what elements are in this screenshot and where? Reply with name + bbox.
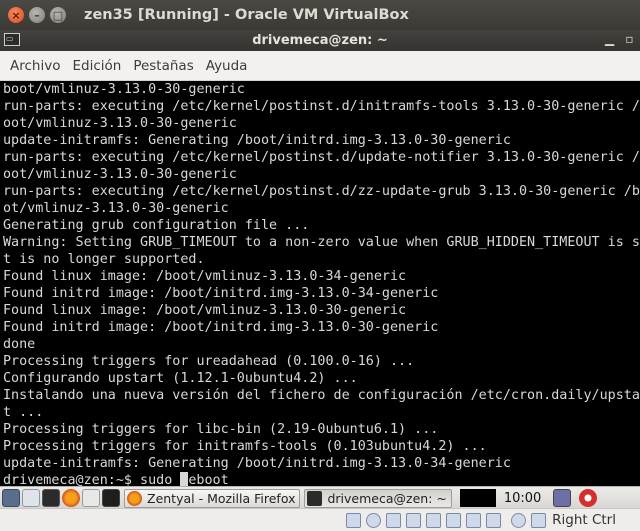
terminal-line: update-initramfs: Generating /boot/initr… [3,133,511,148]
terminal-line: boot/vmlinuz-3.13.0-30-generic [3,82,245,97]
terminal-title-bar[interactable]: ▭ drivemeca@zen: ~ ▁ ▫ [0,30,640,51]
terminal-minimize-icon[interactable]: ▁ [602,32,617,47]
firefox-icon [127,490,142,506]
cpu-icon[interactable] [486,512,502,528]
video-capture-icon[interactable] [446,512,462,528]
task-firefox-label: Zentyal - Mozilla Firefox [147,490,296,506]
keyboard-icon[interactable] [531,512,547,528]
vbox-status-bar: Right Ctrl [0,508,640,531]
maximize-window-button[interactable]: □ [50,7,66,23]
terminal-line: Processing triggers for libc-bin (2.19-0… [3,422,439,437]
power-icon[interactable] [579,489,598,507]
terminal-line: oot/vmlinuz-3.13.0-30-generic [3,167,237,182]
menu-ayuda[interactable]: Ayuda [206,58,248,74]
close-window-button[interactable]: × [8,7,24,23]
terminal-line: oot/vmlinuz-3.13.0-30-generic [3,116,237,131]
mouse-integration-icon[interactable] [511,512,527,528]
terminal-output[interactable]: boot/vmlinuz-3.13.0-30-generic run-parts:… [0,81,640,486]
terminal-line: Found initrd image: /boot/initrd.img-3.1… [3,286,439,301]
terminal-launcher-icon[interactable] [42,489,60,507]
terminal-line: Found initrd image: /boot/initrd.img-3.1… [3,320,439,335]
prompt-text-after-cursor: eboot [188,473,229,486]
terminal-line: run-parts: executing /etc/kernel/postins… [3,150,640,165]
terminal-line: Processing triggers for ureadahead (0.10… [3,354,415,369]
terminal-line: run-parts: executing /etc/kernel/postins… [3,184,640,199]
terminal-line: run-parts: executing /etc/kernel/postins… [3,99,640,114]
menu-edicion[interactable]: Edición [72,58,121,74]
shared-folders-icon[interactable] [406,512,422,528]
terminal-title: drivemeca@zen: ~ [252,33,388,48]
terminal-line: Configurando upstart (1.12.1-0ubuntu4.2)… [3,371,358,386]
prompt-text: drivemeca@zen:~$ sudo [3,473,181,486]
window-title: zen35 [Running] - Oracle VM VirtualBox [84,7,409,23]
terminal-line: update-initramfs: Generating /boot/initr… [3,456,511,471]
terminal-line: t is no longer supported. [3,252,205,267]
terminal-line: Found linux image: /boot/vmlinuz-3.13.0-… [3,303,407,318]
minimize-window-button[interactable]: – [29,7,45,23]
terminal-lines: boot/vmlinuz-3.13.0-30-generic run-parts:… [0,81,640,486]
terminal-app-icon[interactable]: ▭ [4,33,20,46]
terminal-line: t ... [3,405,44,420]
vbox-title-bar: × – □ zen35 [Running] - Oracle VM Virtua… [0,0,640,30]
terminal-line: ot/vmlinuz-3.13.0-30-generic [3,201,229,216]
terminal-prompt: drivemeca@zen:~$ sudo eboot [3,472,640,486]
terminal-line: Instalando una nueva versión del fichero… [3,388,640,403]
menu-archivo[interactable]: Archivo [10,58,60,74]
file-manager-icon[interactable] [22,489,40,507]
text-editor-icon[interactable] [82,489,100,507]
display-icon[interactable] [426,512,442,528]
terminal-maximize-icon[interactable]: ▫ [622,32,637,47]
lock-screen-icon[interactable] [553,489,572,507]
firefox-launcher-icon[interactable] [62,489,80,507]
terminal-menu-bar: Archivo Edición Pestañas Ayuda [0,51,640,81]
monitor-icon[interactable] [102,489,120,507]
terminal-line: Processing triggers for initramfs-tools … [3,439,487,454]
terminal-line: Generating grub configuration file ... [3,218,310,233]
panel-applet [459,489,496,507]
terminal-line: Found linux image: /boot/vmlinuz-3.13.0-… [3,269,407,284]
terminal-line: done [3,337,36,352]
task-terminal-label: drivemeca@zen: ~ [327,490,447,506]
desktop-icon[interactable] [2,489,20,507]
hard-disk-icon[interactable] [346,512,362,528]
task-firefox[interactable]: Zentyal - Mozilla Firefox [124,488,301,508]
usb-icon[interactable] [386,512,402,528]
clock[interactable]: 10:00 [504,491,541,506]
menu-pestanas[interactable]: Pestañas [133,58,193,74]
network-icon[interactable] [466,512,482,528]
guest-screen[interactable]: ▭ drivemeca@zen: ~ ▁ ▫ Archivo Edición P… [0,30,640,486]
terminal-line: Warning: Setting GRUB_TIMEOUT to a non-z… [3,235,640,250]
terminal-icon [307,490,323,506]
task-terminal[interactable]: drivemeca@zen: ~ [304,488,452,508]
host-key-label: Right Ctrl [552,512,616,528]
optical-drive-icon[interactable] [366,512,382,528]
guest-taskbar: Zentyal - Mozilla Firefox drivemeca@zen:… [0,486,640,509]
